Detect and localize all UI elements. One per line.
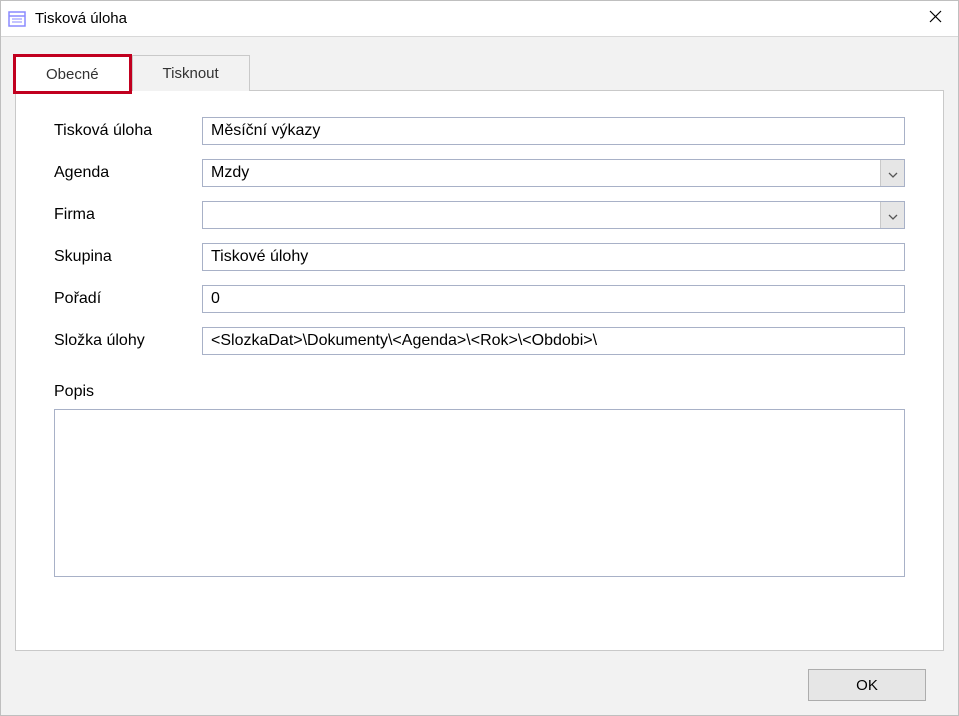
close-icon [929,10,942,27]
combo-agenda-input[interactable] [203,160,880,186]
chevron-down-icon [888,165,898,182]
label-group: Skupina [54,248,202,266]
label-company: Firma [54,206,202,224]
row-agenda: Agenda [54,159,905,187]
input-order[interactable] [202,285,905,313]
client-area: Obecné Tisknout Tisková úloha Agenda [1,37,958,715]
input-folder[interactable] [202,327,905,355]
titlebar: Tisková úloha [1,1,958,37]
tab-print-label: Tisknout [163,65,219,82]
form-rows: Tisková úloha Agenda [54,117,905,355]
row-group: Skupina [54,243,905,271]
combo-company-input[interactable] [203,202,880,228]
button-row: OK [15,651,944,701]
titlebar-left: Tisková úloha [7,9,127,29]
combo-agenda-button[interactable] [880,160,904,186]
row-folder: Složka úlohy [54,327,905,355]
row-company: Firma [54,201,905,229]
input-group[interactable] [202,243,905,271]
tab-print[interactable]: Tisknout [132,55,250,91]
label-description: Popis [54,383,905,401]
row-order: Pořadí [54,285,905,313]
combo-company [202,201,905,229]
tab-pane-general: Tisková úloha Agenda [15,90,944,651]
textarea-description[interactable] [54,409,905,577]
label-task: Tisková úloha [54,122,202,140]
combo-agenda [202,159,905,187]
combo-company-button[interactable] [880,202,904,228]
window-title: Tisková úloha [35,10,127,27]
ok-button[interactable]: OK [808,669,926,701]
row-task: Tisková úloha [54,117,905,145]
tab-general-label: Obecné [46,66,99,83]
ok-button-label: OK [856,677,878,694]
label-order: Pořadí [54,290,202,308]
input-task[interactable] [202,117,905,145]
label-agenda: Agenda [54,164,202,182]
chevron-down-icon [888,207,898,224]
app-icon [7,9,27,29]
close-button[interactable] [912,1,958,37]
label-folder: Složka úlohy [54,332,202,350]
tab-general[interactable]: Obecné [15,56,130,92]
dialog-window: Tisková úloha Obecné Tisknout Tiskov [0,0,959,716]
tab-strip: Obecné Tisknout [15,55,944,91]
